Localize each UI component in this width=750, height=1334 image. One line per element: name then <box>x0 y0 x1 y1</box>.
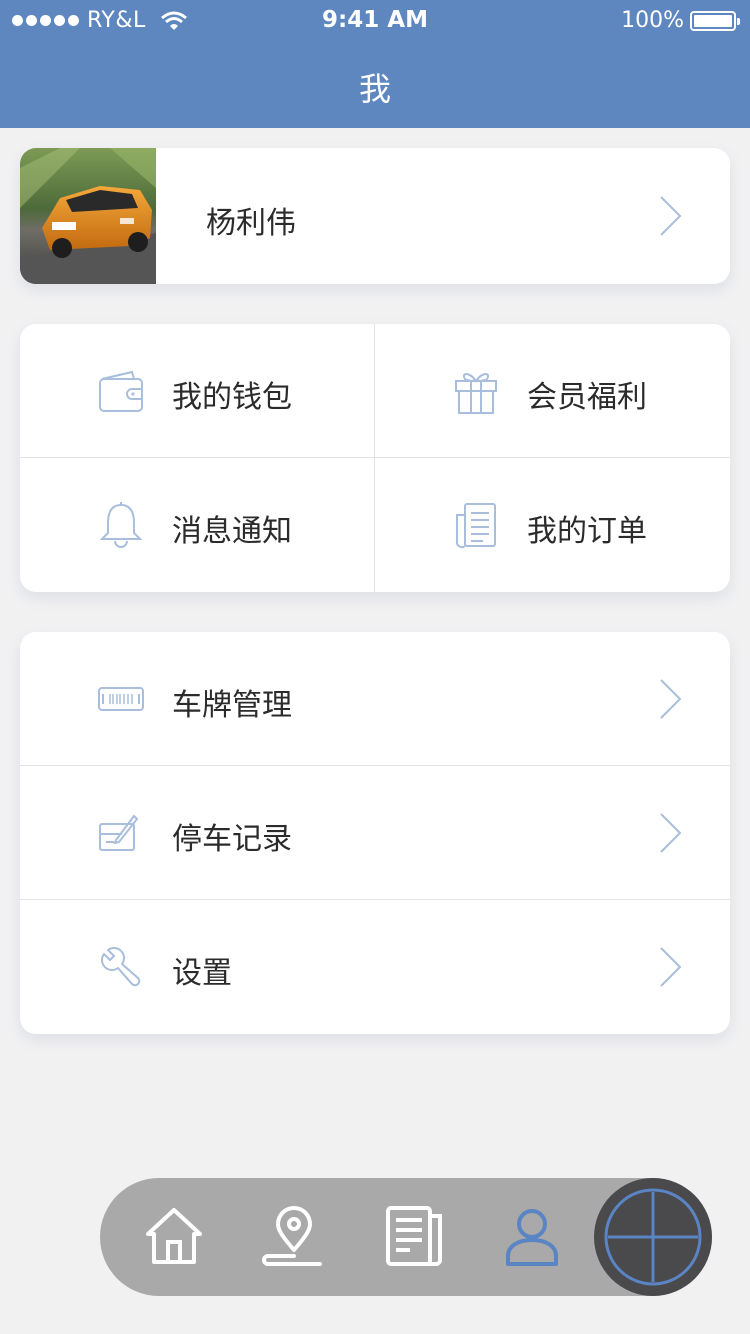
tab-location[interactable] <box>262 1204 326 1268</box>
menu-item-member-benefits[interactable]: 会员福利 <box>375 324 730 458</box>
bell-icon <box>98 501 144 549</box>
chevron-right-icon <box>658 677 684 721</box>
order-list-icon <box>453 501 499 549</box>
gift-icon <box>453 367 499 415</box>
settings-list: 车牌管理 停车记录 设置 <box>20 632 730 1034</box>
home-icon <box>146 1208 202 1264</box>
menu-item-my-orders[interactable]: 我的订单 <box>375 458 730 592</box>
car-photo-icon <box>20 148 156 284</box>
profile-card[interactable]: 杨利伟 <box>20 148 730 284</box>
wallet-icon <box>98 367 144 415</box>
document-icon <box>386 1206 442 1266</box>
list-item-label: 停车记录 <box>172 822 292 857</box>
add-button[interactable] <box>594 1178 712 1296</box>
tab-profile[interactable] <box>500 1204 564 1268</box>
tab-documents[interactable] <box>382 1204 446 1268</box>
list-item-settings[interactable]: 设置 <box>20 900 730 1034</box>
status-bar: RY&L 9:41 AM 100% <box>0 0 750 40</box>
list-item-license-plates[interactable]: 车牌管理 <box>20 632 730 766</box>
menu-item-label: 消息通知 <box>172 514 292 549</box>
menu-item-label: 会员福利 <box>527 380 647 415</box>
chevron-right-icon <box>658 811 684 855</box>
avatar[interactable] <box>20 148 156 284</box>
list-item-parking-records[interactable]: 停车记录 <box>20 766 730 900</box>
wrench-icon <box>98 944 144 990</box>
user-icon <box>506 1209 558 1266</box>
menu-item-label: 我的钱包 <box>172 380 292 415</box>
header-bar: RY&L 9:41 AM 100% 我 <box>0 0 750 128</box>
quick-menu-grid: 我的钱包 会员福利 消息通知 我的订单 <box>20 324 730 592</box>
list-item-label: 设置 <box>172 956 232 991</box>
location-pin-icon <box>262 1206 322 1266</box>
battery-percent: 100% <box>621 8 684 33</box>
tab-home[interactable] <box>142 1204 206 1268</box>
menu-item-wallet[interactable]: 我的钱包 <box>20 324 375 458</box>
license-plate-icon <box>98 676 144 722</box>
profile-name: 杨利伟 <box>206 206 296 241</box>
chevron-right-icon <box>658 194 684 238</box>
menu-item-label: 我的订单 <box>527 514 647 549</box>
page-title: 我 <box>358 70 391 108</box>
list-item-label: 车牌管理 <box>172 688 292 723</box>
plus-icon <box>604 1188 702 1286</box>
battery-icon <box>690 10 740 31</box>
chevron-right-icon <box>658 945 684 989</box>
parking-record-icon <box>98 810 144 856</box>
menu-item-notifications[interactable]: 消息通知 <box>20 458 375 592</box>
